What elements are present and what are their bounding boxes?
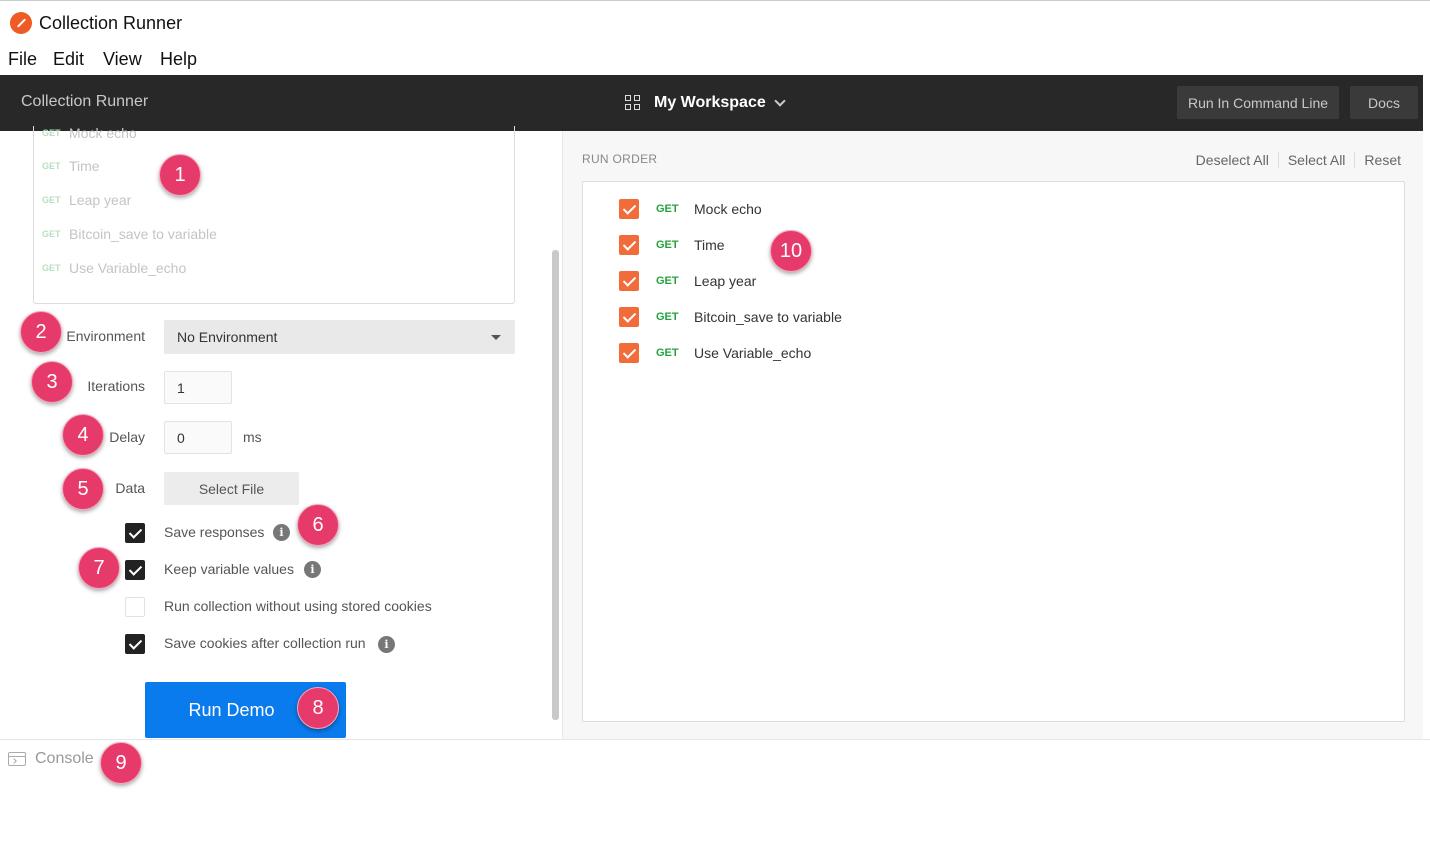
save-cookies-label: Save cookies after collection run	[164, 635, 366, 651]
deselect-all-link[interactable]: Deselect All	[1187, 152, 1278, 168]
info-icon[interactable]: i	[304, 561, 321, 578]
request-name: Bitcoin_save to variable	[694, 309, 842, 325]
annotation-badge: 10	[770, 230, 812, 272]
request-name: Leap year	[694, 273, 757, 289]
request-name: Mock echo	[69, 125, 137, 141]
annotation-badge: 4	[62, 414, 104, 456]
run-order-title: RUN ORDER	[582, 152, 658, 166]
method-label: GET	[656, 203, 679, 215]
save-responses-label: Save responses	[164, 524, 265, 540]
select-file-button[interactable]: Select File	[164, 472, 299, 505]
list-item[interactable]: GET Mock echo	[42, 123, 137, 143]
list-item[interactable]: GET Use Variable_echo	[619, 343, 811, 363]
method-label: GET	[656, 275, 679, 287]
request-checkbox[interactable]	[619, 199, 639, 219]
select-all-link[interactable]: Select All	[1277, 152, 1355, 168]
list-item[interactable]: GET Bitcoin_save to variable	[42, 224, 217, 244]
menu-edit[interactable]: Edit	[53, 49, 84, 70]
run-order-pane: RUN ORDER Deselect All Select All Reset …	[563, 131, 1423, 739]
reset-link[interactable]: Reset	[1354, 152, 1401, 168]
request-name: Use Variable_echo	[694, 345, 812, 361]
method-label: GET	[42, 128, 61, 138]
list-item[interactable]: GET Bitcoin_save to variable	[619, 307, 842, 327]
iterations-input[interactable]: 1	[164, 371, 232, 404]
run-order-list: GET Mock echo GET Time GET Leap year GET Bit…	[582, 181, 1405, 722]
request-checkbox[interactable]	[619, 307, 639, 327]
scrollbar-thumb[interactable]	[552, 250, 559, 720]
console-button[interactable]: Console	[35, 750, 94, 768]
method-label: GET	[42, 263, 61, 273]
menu-file[interactable]: File	[8, 49, 37, 70]
method-label: GET	[42, 195, 61, 205]
run-without-cookies-label: Run collection without using stored cook…	[164, 598, 432, 614]
window-title: Collection Runner	[39, 13, 183, 33]
list-item[interactable]: GET Leap year	[619, 271, 756, 291]
method-label: GET	[42, 161, 61, 171]
info-icon[interactable]: i	[273, 524, 290, 541]
annotation-badge: 5	[62, 468, 104, 510]
annotation-badge: 3	[31, 361, 73, 403]
workspace-name: My Workspace	[654, 94, 766, 111]
annotation-badge: 1	[159, 154, 201, 196]
header-bar: Collection Runner My Workspace Run In Co…	[0, 75, 1423, 131]
grid-icon	[625, 95, 641, 111]
request-name: Use Variable_echo	[69, 260, 187, 276]
request-checkbox[interactable]	[619, 271, 639, 291]
keep-variable-values-checkbox[interactable]	[125, 560, 145, 580]
request-checkbox[interactable]	[619, 235, 639, 255]
run-order-actions: Deselect All Select All Reset	[1187, 152, 1401, 168]
list-item[interactable]: GET Time	[619, 235, 725, 255]
menu-view[interactable]: View	[103, 49, 142, 70]
keep-variable-values-label: Keep variable values	[164, 561, 294, 577]
list-item[interactable]: GET Use Variable_echo	[42, 258, 186, 278]
method-label: GET	[42, 229, 61, 239]
method-label: GET	[656, 347, 679, 359]
workspace-switcher[interactable]: My Workspace	[625, 91, 786, 115]
annotation-badge: 6	[297, 504, 339, 546]
annotation-badge: 7	[78, 547, 120, 589]
docs-button[interactable]: Docs	[1350, 86, 1418, 119]
delay-input[interactable]: 0	[164, 421, 232, 454]
status-bar: Console	[0, 739, 1430, 856]
method-label: GET	[656, 311, 679, 323]
annotation-badge: 9	[100, 742, 142, 784]
request-list: GET Mock echo GET Time GET Leap year GET Bit…	[33, 123, 515, 304]
request-name: Bitcoin_save to variable	[69, 226, 217, 242]
request-name: Time	[69, 158, 100, 174]
annotation-badge: 2	[20, 311, 62, 353]
annotation-badge: 8	[297, 687, 339, 729]
save-responses-checkbox[interactable]	[125, 523, 145, 543]
info-icon[interactable]: i	[378, 636, 395, 653]
environment-select[interactable]: No Environment	[164, 320, 515, 354]
request-checkbox[interactable]	[619, 343, 639, 363]
title-bar: Collection Runner	[0, 0, 1430, 44]
list-item[interactable]: GET Mock echo	[619, 199, 762, 219]
console-icon[interactable]	[8, 752, 26, 766]
header-title: Collection Runner	[21, 93, 149, 110]
menu-help[interactable]: Help	[160, 49, 197, 70]
request-name: Mock echo	[694, 201, 762, 217]
postman-logo-icon	[10, 12, 32, 34]
request-name: Leap year	[69, 192, 132, 208]
run-without-cookies-checkbox[interactable]	[125, 597, 145, 617]
list-item[interactable]: GET Time	[42, 156, 100, 176]
list-item[interactable]: GET Leap year	[42, 190, 131, 210]
chevron-down-icon	[774, 94, 786, 107]
caret-down-icon	[491, 335, 501, 340]
save-cookies-checkbox[interactable]	[125, 634, 145, 654]
menu-bar: File Edit View Help	[0, 44, 1430, 75]
delay-unit: ms	[243, 429, 262, 445]
request-name: Time	[694, 237, 725, 253]
environment-value: No Environment	[177, 329, 278, 345]
method-label: GET	[656, 239, 679, 251]
run-in-command-line-button[interactable]: Run In Command Line	[1177, 86, 1339, 119]
